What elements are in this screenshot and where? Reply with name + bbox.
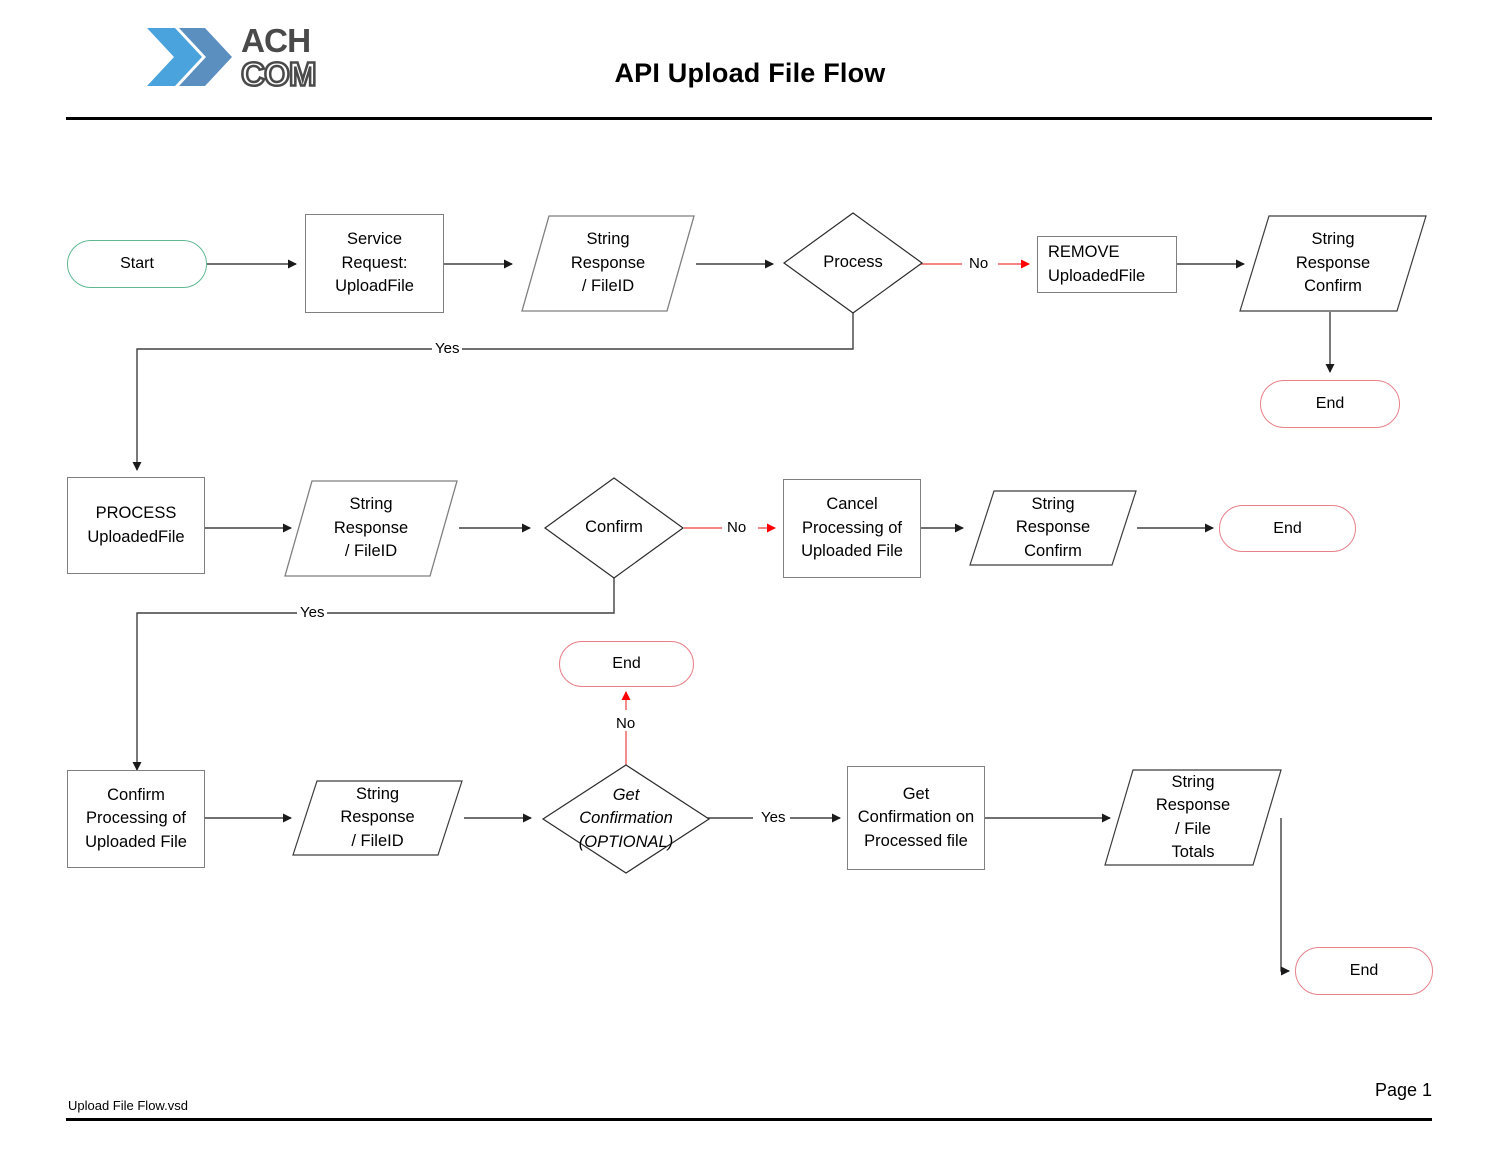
node-end-3-label: End: [612, 655, 641, 672]
node-get-confirmation-decision[interactable]: Get Confirmation (OPTIONAL): [541, 763, 711, 875]
node-string-response-confirm-2-label: String Response Confirm: [1015, 494, 1091, 560]
node-get-confirmation-decision-label: Get Confirmation (OPTIONAL): [578, 785, 674, 851]
node-service-request-label: Service Request: UploadFile: [335, 230, 414, 296]
node-get-confirmation-on-processed-label: Get Confirmation on Processed file: [857, 784, 975, 850]
node-string-response-confirm-1-label: String Response Confirm: [1295, 230, 1371, 296]
node-end-4[interactable]: End: [1295, 947, 1433, 995]
node-get-confirmation-on-processed[interactable]: Get Confirmation on Processed file: [847, 766, 985, 870]
node-string-response-fileid-3-label: String Response / FileID: [340, 784, 415, 850]
node-end-4-label: End: [1349, 962, 1379, 979]
node-string-response-fileid-2[interactable]: String Response / FileID: [283, 479, 459, 578]
node-end-2[interactable]: End: [1219, 505, 1356, 552]
node-string-response-fileid-1[interactable]: String Response / FileID: [520, 214, 696, 313]
node-string-response-confirm-1[interactable]: String Response Confirm: [1238, 214, 1428, 313]
edge-label-confirm-yes: Yes: [297, 605, 328, 620]
edge-label-process-yes: Yes: [432, 341, 463, 356]
node-remove-uploadedfile-label: REMOVE UploadedFile: [1048, 243, 1146, 285]
node-string-response-file-totals[interactable]: String Response / File Totals: [1103, 768, 1283, 867]
node-cancel-processing[interactable]: Cancel Processing of Uploaded File: [783, 479, 921, 578]
source-file-name: Upload File Flow.vsd: [68, 1098, 188, 1113]
page-number: Page 1: [1374, 1080, 1432, 1100]
node-string-response-fileid-2-label: String Response / FileID: [333, 495, 409, 561]
node-service-request[interactable]: Service Request: UploadFile: [305, 214, 444, 313]
svg-text:ACH: ACH: [241, 23, 310, 60]
node-confirm-decision-label: Confirm: [585, 518, 643, 537]
connector-layer: [132, 259, 1335, 976]
node-cancel-processing-label: Cancel Processing of Uploaded File: [801, 495, 903, 561]
edge-label-getconfirmation-no: No: [613, 716, 639, 731]
node-end-2-label: End: [1273, 519, 1302, 537]
page-title: API Upload File Flow: [614, 58, 886, 88]
node-end-1[interactable]: End: [1260, 380, 1400, 428]
node-process-decision-label: Process: [823, 253, 883, 272]
node-string-response-fileid-1-label: String Response / FileID: [570, 230, 646, 296]
edge-label-process-no: No: [966, 256, 992, 271]
diagram-canvas: ACH COM API Upload File Flow Start Servi…: [0, 0, 1500, 1159]
node-confirm-processing-label: Confirm Processing of Uploaded File: [85, 785, 187, 851]
edge-label-confirm-no: No: [724, 520, 750, 535]
node-process-uploadedfile-label: PROCESS UploadedFile: [87, 504, 185, 546]
node-start[interactable]: Start: [67, 240, 207, 288]
node-string-response-fileid-3[interactable]: String Response / FileID: [291, 779, 464, 857]
node-start-label: Start: [120, 255, 154, 272]
edge-label-getconfirmation-yes: Yes: [758, 810, 789, 825]
node-confirm-processing[interactable]: Confirm Processing of Uploaded File: [67, 770, 205, 868]
node-end-3[interactable]: End: [559, 641, 694, 687]
node-confirm-decision[interactable]: Confirm: [543, 476, 685, 580]
footer-divider: [66, 1118, 1432, 1121]
header-divider: [66, 117, 1432, 120]
node-remove-uploadedfile[interactable]: REMOVE UploadedFile: [1037, 236, 1177, 293]
node-end-1-label: End: [1315, 395, 1345, 412]
node-string-response-confirm-2[interactable]: String Response Confirm: [968, 489, 1138, 567]
node-process-decision[interactable]: Process: [782, 211, 924, 315]
node-process-uploadedfile[interactable]: PROCESS UploadedFile: [67, 477, 205, 574]
node-string-response-file-totals-label: String Response / File Totals: [1155, 772, 1231, 861]
